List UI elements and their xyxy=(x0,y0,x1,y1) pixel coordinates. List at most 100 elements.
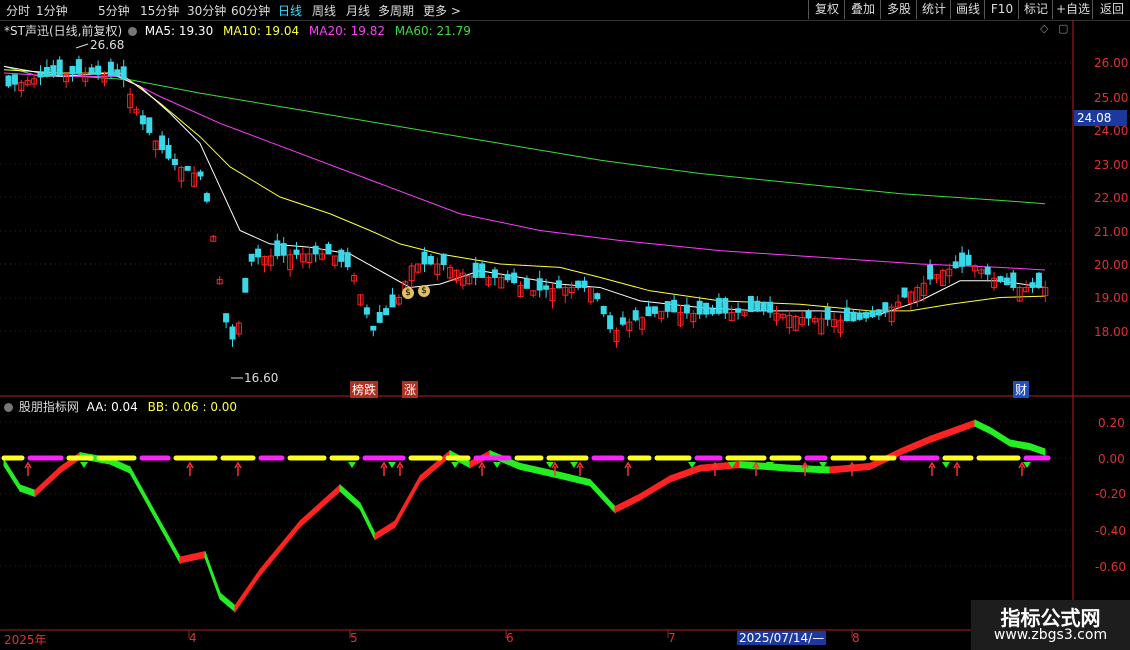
indicator-band xyxy=(1009,439,1031,451)
ma10-line xyxy=(3,69,1046,312)
candle-body xyxy=(165,144,172,159)
candle-body xyxy=(56,59,63,76)
indicator-band xyxy=(19,484,36,498)
high-pointer xyxy=(75,43,89,49)
ma10-label: MA10: 19.04 xyxy=(223,24,300,38)
indicator-y-tick: -0.60 xyxy=(1095,560,1127,574)
candle-body xyxy=(747,295,754,313)
y-tick-label: 19.00 xyxy=(1094,291,1129,305)
candle-body xyxy=(139,115,146,125)
green-down-arrow xyxy=(80,462,88,468)
event-tag-bangdie[interactable]: 榜跌 xyxy=(350,381,379,398)
y-tick-label: 22.00 xyxy=(1094,191,1129,205)
diamond-icon[interactable]: ◇ xyxy=(1040,22,1048,35)
candle-body xyxy=(632,310,639,321)
candle-body xyxy=(274,240,281,257)
y-tick-label: 26.00 xyxy=(1094,56,1129,70)
indicator-band xyxy=(989,426,1011,447)
candle-body xyxy=(671,299,678,313)
chevron-down-icon[interactable] xyxy=(127,27,137,36)
indicator-title: 股朋指标网 xyxy=(18,400,79,414)
candle-body xyxy=(901,287,908,298)
fullscreen-icon[interactable]: ▢ xyxy=(1058,22,1068,35)
candle-body xyxy=(325,243,332,255)
indicator-legend: 股朋指标网 AA: 0.04 BB: 0.06 : 0.00 xyxy=(4,398,237,415)
candle-body xyxy=(1003,277,1010,286)
candle-body xyxy=(203,193,210,202)
candle-body xyxy=(427,256,434,265)
stock-title: *ST声迅(日线,前复权) xyxy=(4,24,123,38)
indicator-band xyxy=(974,419,991,435)
candle-body xyxy=(242,277,249,293)
candle-body xyxy=(197,171,204,177)
indicator-band xyxy=(1029,442,1046,456)
candle-body xyxy=(581,280,588,288)
candle-body xyxy=(344,252,351,268)
candle-body xyxy=(293,249,300,255)
candle-body xyxy=(735,308,742,313)
candle-body xyxy=(863,312,870,319)
indicator-band xyxy=(374,520,396,541)
money-bag-icon[interactable]: $ xyxy=(418,285,430,297)
candle-body xyxy=(1035,272,1042,288)
y-tick-label: 24.00 xyxy=(1094,124,1129,138)
kline-chart[interactable] xyxy=(0,0,1130,650)
candlesticks xyxy=(5,43,1049,379)
candle-body xyxy=(651,306,658,314)
candle-body xyxy=(1010,272,1017,288)
candle-body xyxy=(1029,282,1036,288)
candle-body xyxy=(69,65,76,75)
candle-body xyxy=(952,261,959,269)
candle-body xyxy=(312,245,319,255)
green-down-arrow xyxy=(348,462,356,468)
candle-body xyxy=(376,311,383,323)
indicator-band xyxy=(959,419,976,433)
indicator-band xyxy=(359,502,376,540)
candle-body xyxy=(984,266,991,275)
chevron-down-icon[interactable] xyxy=(4,403,13,412)
candle-body xyxy=(120,66,127,80)
indicator-y-tick: -0.40 xyxy=(1095,524,1127,538)
event-tag-cai[interactable]: 财 xyxy=(1013,381,1030,398)
y-tick-label: 20.00 xyxy=(1094,258,1129,272)
candle-body xyxy=(75,59,82,74)
indicator-band xyxy=(219,591,236,613)
candle-body xyxy=(479,263,486,278)
candle-body xyxy=(491,269,498,278)
green-down-arrow xyxy=(388,462,396,468)
candle-body xyxy=(824,307,831,320)
indicator-band xyxy=(149,501,181,565)
indicator-band xyxy=(739,461,791,472)
main-chart-legend: *ST声迅(日线,前复权) MA5: 19.30 MA10: 19.04 MA2… xyxy=(4,22,471,39)
candle-body xyxy=(722,298,729,314)
candle-body xyxy=(645,306,652,317)
indicator-band xyxy=(3,458,21,493)
candle-body xyxy=(997,276,1004,282)
money-bag-icon[interactable]: $ xyxy=(402,287,414,299)
indicator-band xyxy=(259,519,301,577)
candle-body xyxy=(805,311,812,319)
event-tag-zhang[interactable]: 涨 xyxy=(402,381,419,398)
candle-body xyxy=(88,67,95,75)
candle-body xyxy=(421,251,428,265)
candle-body xyxy=(594,293,601,300)
green-down-arrow xyxy=(451,462,459,468)
indicator-band xyxy=(339,483,361,511)
candle-body xyxy=(600,306,607,315)
indicator-band xyxy=(614,493,641,514)
cursor-date-label: 2025/07/14/— xyxy=(737,631,827,645)
bb-value: BB: 0.06 : 0.00 xyxy=(147,400,238,414)
ma60-line xyxy=(3,65,1046,205)
date-label: 4 xyxy=(189,631,197,645)
candle-body xyxy=(555,280,562,289)
ma-lines xyxy=(3,65,1046,315)
indicator-band xyxy=(204,551,221,600)
candle-body xyxy=(767,301,774,313)
indicator-band xyxy=(299,483,341,529)
indicator-band xyxy=(394,474,421,529)
indicator-band xyxy=(929,424,961,444)
indicator-band xyxy=(419,449,451,484)
candle-body xyxy=(43,66,50,77)
indicator-band xyxy=(129,465,151,511)
candle-body xyxy=(850,311,857,322)
